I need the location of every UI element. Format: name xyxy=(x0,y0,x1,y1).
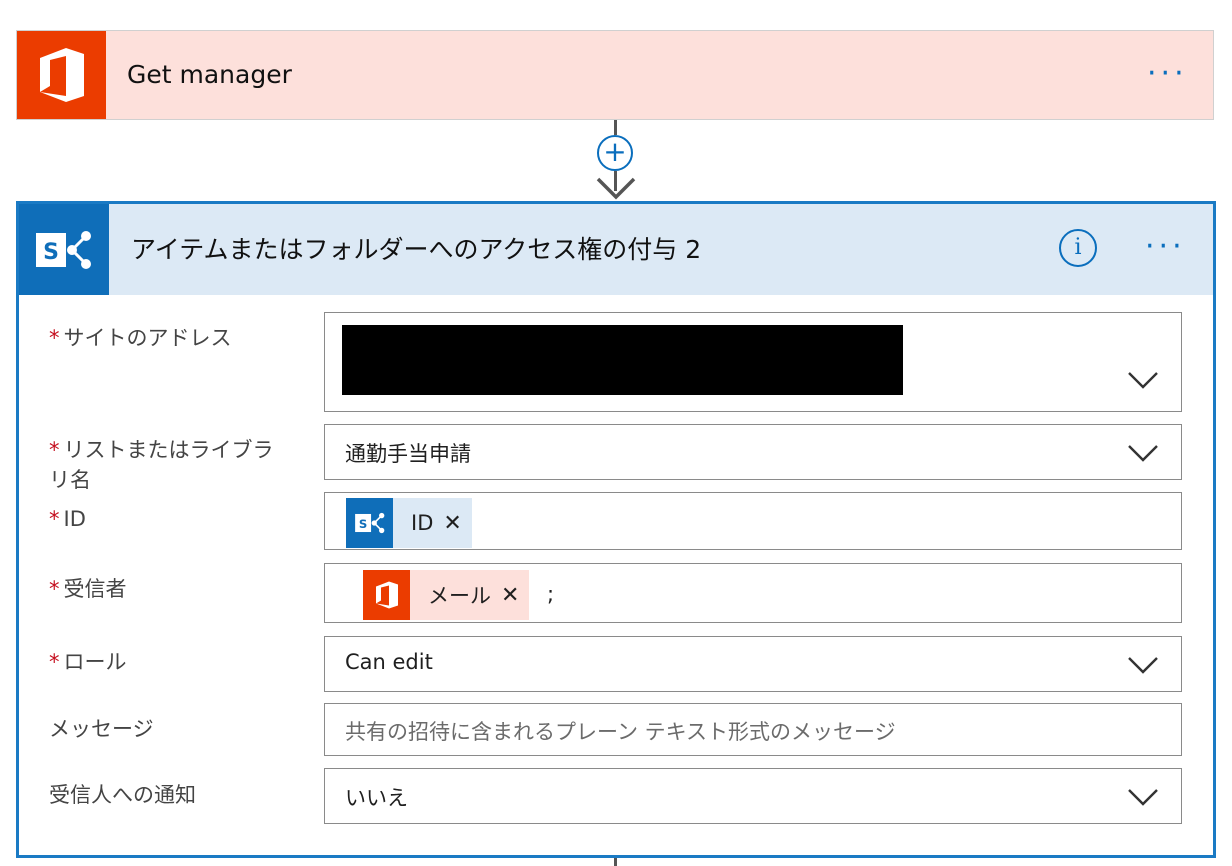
office365-icon xyxy=(363,570,410,620)
label-text: サイトのアドレス xyxy=(63,326,232,350)
arrow-down-icon xyxy=(596,177,636,200)
office365-icon xyxy=(17,31,106,119)
list-name-value: 通勤手当申請 xyxy=(345,442,471,466)
site-address-dropdown[interactable] xyxy=(324,312,1182,412)
site-address-label: * サイトのアドレス xyxy=(49,323,294,353)
role-value: Can edit xyxy=(345,650,433,674)
role-dropdown[interactable]: Can edit xyxy=(324,636,1182,692)
recipient-label: * 受信者 xyxy=(49,574,294,604)
get-manager-card[interactable]: Get manager ··· xyxy=(16,30,1214,120)
role-label: * ロール xyxy=(49,647,294,677)
svg-text:S: S xyxy=(43,240,59,265)
chevron-down-icon[interactable] xyxy=(1127,656,1159,674)
required-marker: * xyxy=(49,577,60,601)
label-text: 受信人への通知 xyxy=(49,783,196,807)
notify-value: いいえ xyxy=(345,786,408,810)
card-title: Get manager xyxy=(127,60,292,89)
required-marker: * xyxy=(49,326,60,350)
list-name-dropdown[interactable]: 通勤手当申請 xyxy=(324,424,1182,480)
recipient-suffix: ; xyxy=(547,582,555,606)
grant-access-card: S アイテムまたはフォルダーへのアクセス権の付与 2 i ··· * サイトのアド… xyxy=(16,201,1216,858)
id-token[interactable]: S ID ✕ xyxy=(346,498,472,548)
sharepoint-icon: S xyxy=(19,204,109,295)
recipient-field[interactable]: メール ✕ ; xyxy=(324,563,1182,623)
label-text: ロール xyxy=(63,650,127,674)
card-header[interactable]: S アイテムまたはフォルダーへのアクセス権の付与 2 i ··· xyxy=(19,204,1213,295)
id-label: * ID xyxy=(49,504,294,534)
required-marker: * xyxy=(49,438,60,462)
chevron-down-icon[interactable] xyxy=(1127,371,1159,389)
id-field[interactable]: S ID ✕ xyxy=(324,492,1182,550)
required-marker: * xyxy=(49,650,60,674)
card-title: アイテムまたはフォルダーへのアクセス権の付与 2 xyxy=(131,235,702,264)
email-token[interactable]: メール ✕ xyxy=(363,570,530,620)
message-placeholder: 共有の招待に含まれるプレーン テキスト形式のメッセージ xyxy=(345,720,896,744)
list-name-label: * リストまたはライブラリ名 xyxy=(49,435,294,495)
message-input[interactable]: 共有の招待に含まれるプレーン テキスト形式のメッセージ xyxy=(324,703,1182,756)
connector-line xyxy=(614,858,617,866)
label-text: メッセージ xyxy=(49,717,154,741)
message-label: メッセージ xyxy=(49,714,294,744)
more-options-icon[interactable]: ··· xyxy=(1145,232,1186,262)
token-label: ID xyxy=(411,511,434,535)
label-text: リストまたはライブラリ名 xyxy=(49,438,274,492)
more-options-icon[interactable]: ··· xyxy=(1147,59,1188,89)
token-label: メール xyxy=(428,584,491,608)
redacted-block xyxy=(342,325,903,395)
sharepoint-icon: S xyxy=(346,498,393,548)
chevron-down-icon[interactable] xyxy=(1127,444,1159,462)
svg-text:S: S xyxy=(358,517,366,531)
info-icon[interactable]: i xyxy=(1059,229,1097,267)
notify-dropdown[interactable]: いいえ xyxy=(324,768,1182,824)
connector-line xyxy=(614,120,617,135)
chevron-down-icon[interactable] xyxy=(1127,788,1159,806)
remove-token-icon[interactable]: ✕ xyxy=(443,511,471,536)
notify-label: 受信人への通知 xyxy=(49,780,294,810)
required-marker: * xyxy=(49,507,60,531)
remove-token-icon[interactable]: ✕ xyxy=(501,583,529,608)
label-text: 受信者 xyxy=(63,577,127,601)
label-text: ID xyxy=(63,507,86,531)
add-step-button[interactable]: + xyxy=(597,135,633,171)
